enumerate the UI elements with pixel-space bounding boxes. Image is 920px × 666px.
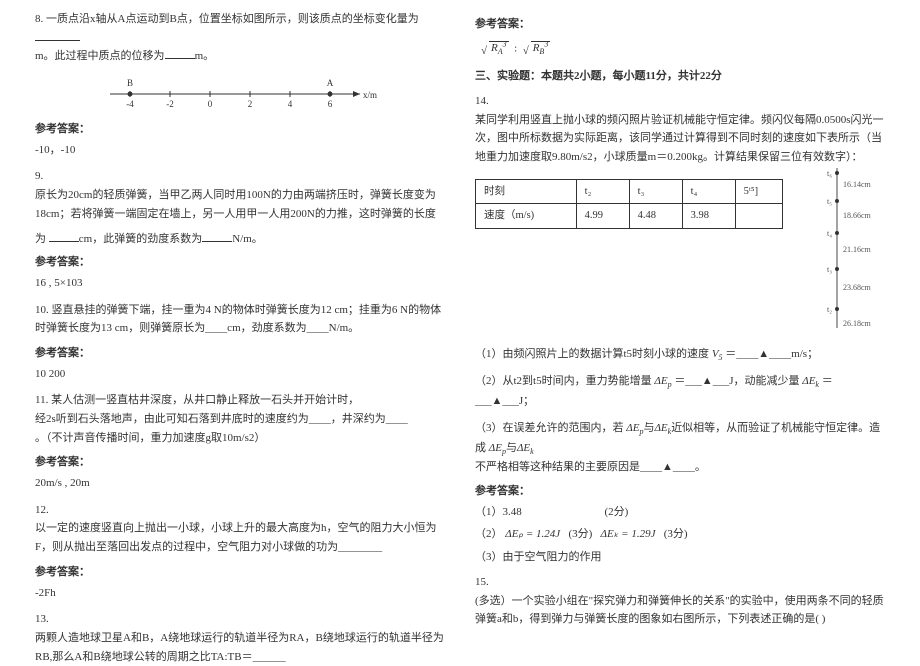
v5 (735, 204, 782, 229)
answer-label: 参考答案： (35, 344, 445, 363)
v2: 4.99 (576, 204, 629, 229)
q14-a3: （3）由于空气阻力的作用 (475, 548, 885, 567)
svg-text:B: B (127, 78, 133, 88)
answer-label: 参考答案： (475, 482, 885, 501)
answer-label: 参考答案： (35, 253, 445, 272)
q14-part1: （1）由频闪照片上的数据计算t5时刻小球的速度 V5 ＝____▲____m/s… (475, 345, 885, 365)
th-t2: t₂ (576, 179, 629, 204)
svg-text:2: 2 (248, 99, 253, 109)
section-3-title: 三、实验题：本题共2小题，每小题11分，共计22分 (475, 67, 885, 86)
v4: 3.98 (682, 204, 735, 229)
th-t4: t₄ (682, 179, 735, 204)
q11-answer: 20m/s , 20m (35, 474, 445, 493)
q9-text-b: 原长为20cm的轻质弹簧，当甲乙两人同时用100N的力由两端挤压时，弹簧长度变为… (35, 189, 436, 220)
q8-answer: -10，-10 (35, 141, 445, 160)
svg-text:16.14cm: 16.14cm (843, 180, 872, 189)
svg-text:-4: -4 (126, 99, 134, 109)
q9-text-e: N/m。 (232, 233, 263, 245)
th-t5: 5ᵗ⁵] (735, 179, 782, 204)
question-13: 两颗人造地球卫星A和B，A绕地球运行的轨道半径为RA，B绕地球运行的轨道半径为R… (35, 629, 445, 666)
question-14-intro: 某同学利用竖直上抛小球的频闪照片验证机械能守恒定律。频闪仪每隔0.0500s闪光… (475, 111, 885, 167)
question-15: (多选）一个实验小组在"探究弹力和弹簧伸长的关系"的实验中，使用两条不同的轻质弹… (475, 592, 885, 629)
speed-table: 时刻 t₂ t₃ t₄ 5ᵗ⁵] 速度（m/s) 4.99 4.48 3.98 (475, 179, 783, 230)
number-line-figure: -4 -2 0 2 4 6 B A x/m (100, 74, 380, 112)
svg-text:A: A (327, 78, 334, 88)
svg-text:t₂: t₂ (827, 305, 832, 314)
q9-text-d: cm，此弹簧的劲度系数为 (79, 233, 202, 245)
svg-text:t₃: t₃ (827, 265, 832, 274)
row-speed: 速度（m/s) (476, 204, 577, 229)
blank (35, 30, 80, 41)
formula-answer: RA3 : RB3 (481, 38, 885, 59)
svg-text:6: 6 (328, 99, 333, 109)
svg-text:18.66cm: 18.66cm (843, 211, 872, 220)
blank (165, 48, 195, 59)
q8-text-a: 8. 一质点沿x轴从A点运动到B点，位置坐标如图所示，则该质点的坐标变化量为 (35, 13, 419, 25)
q12-answer: -2Fh (35, 584, 445, 603)
q14-part3: （3）在误差允许的范围内，若 ΔEp与ΔEk近似相等，从而验证了机械能守恒定律。… (475, 419, 885, 477)
q14-a1: （1）3.48 (2分) (475, 503, 885, 522)
svg-text:t₄: t₄ (827, 229, 832, 238)
q8-text-b: m。此过程中质点的位移为 (35, 50, 165, 62)
question-10: 10. 竖直悬挂的弹簧下端，挂一重为4 N的物体时弹簧长度为12 cm；挂重为6… (35, 301, 445, 338)
svg-text:-2: -2 (166, 99, 174, 109)
question-9: 原长为20cm的轻质弹簧，当甲乙两人同时用100N的力由两端挤压时，弹簧长度变为… (35, 186, 445, 223)
blank (49, 231, 79, 242)
answer-label: 参考答案： (35, 563, 445, 582)
q11-a: 11. 某人估测一竖直枯井深度，从井口静止释放一石头并开始计时， (35, 391, 445, 410)
ruler-figure: t₆16.14cm t₅18.66cm t₄21.16cm t₃23.68cm … (825, 163, 885, 333)
question-12: 以一定的速度竖直向上抛出一小球，小球上升的最大高度为h，空气的阻力大小恒为F，则… (35, 519, 445, 556)
blank (202, 231, 232, 242)
svg-text:x/m: x/m (363, 90, 377, 100)
q11-c: 。（不计声音传播时间，重力加速度g取10m/s2） (35, 429, 445, 448)
svg-text:23.68cm: 23.68cm (843, 283, 872, 292)
q12-num: 12. (35, 501, 445, 520)
q14-num: 14. (475, 92, 885, 111)
svg-text:4: 4 (288, 99, 293, 109)
q9-answer: 16 , 5×103 (35, 274, 445, 293)
question-11: 11. 某人估测一竖直枯井深度，从井口静止释放一石头并开始计时， 经2s听到石头… (35, 391, 445, 447)
q13-num: 13. (35, 610, 445, 629)
v3: 4.48 (629, 204, 682, 229)
answer-label: 参考答案： (35, 120, 445, 139)
q8-text-c: m。 (195, 50, 215, 62)
th-time: 时刻 (476, 179, 577, 204)
answer-label-top: 参考答案： (475, 15, 885, 34)
svg-text:t₅: t₅ (827, 197, 832, 206)
question-8: 8. 一质点沿x轴从A点运动到B点，位置坐标如图所示，则该质点的坐标变化量为 m… (35, 10, 445, 66)
q14-part2: （2）从t2到t5时间内，重力势能增量 ΔEp ＝___▲___J，动能减少量 … (475, 372, 885, 410)
q14-a2: （2） ΔEₚ = 1.24J (3分) ΔEₖ = 1.29J (3分) (475, 525, 885, 544)
svg-text:t₆: t₆ (827, 169, 832, 178)
q10-answer: 10 200 (35, 365, 445, 384)
svg-text:26.18cm: 26.18cm (843, 319, 872, 328)
q9-text-c: 为 (35, 233, 46, 245)
answer-label: 参考答案： (35, 453, 445, 472)
th-t3: t₃ (629, 179, 682, 204)
svg-text:0: 0 (208, 99, 213, 109)
q15-num: 15. (475, 573, 885, 592)
q9-num: 9. (35, 167, 445, 186)
q11-b: 经2s听到石头落地声，由此可知石落到井底时的速度约为____，井深约为____ (35, 410, 445, 429)
svg-text:21.16cm: 21.16cm (843, 245, 872, 254)
